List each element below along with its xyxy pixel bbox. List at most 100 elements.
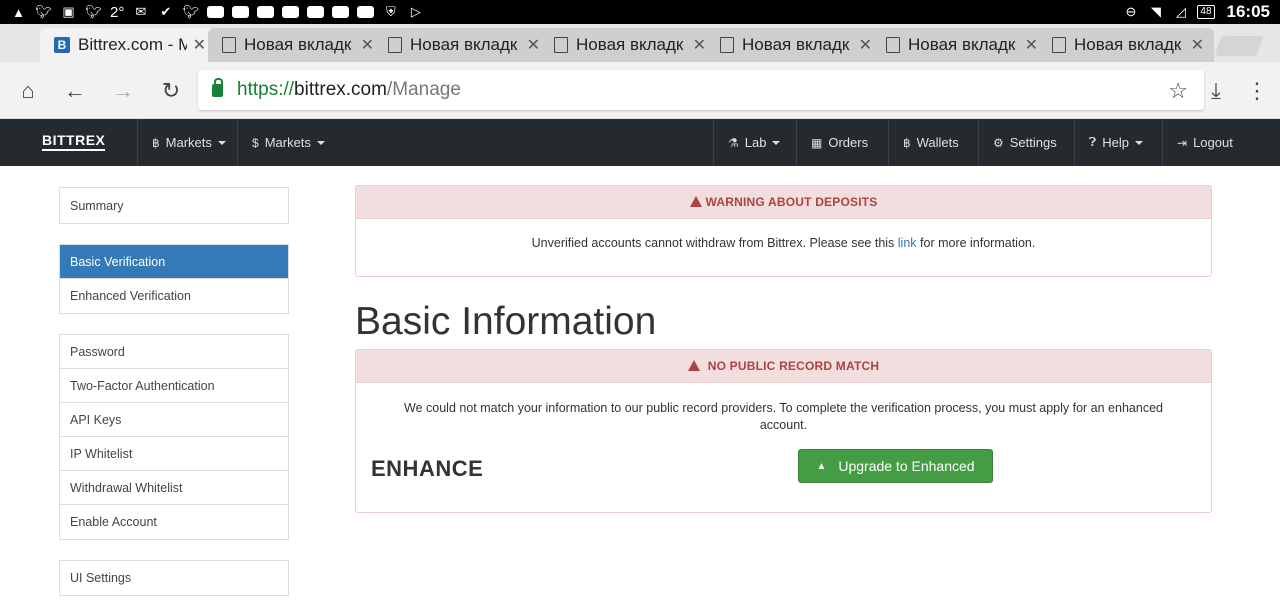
close-icon[interactable]: ✕ bbox=[193, 35, 206, 55]
nav-label: Help bbox=[1102, 135, 1129, 150]
page-icon bbox=[1052, 37, 1066, 53]
youtube-icon bbox=[332, 6, 350, 18]
deposit-warning-panel: WARNING ABOUT DEPOSITS Unverified accoun… bbox=[355, 185, 1212, 277]
download-icon[interactable]: ⤓ bbox=[1203, 78, 1229, 104]
nav-label: Lab bbox=[744, 135, 767, 150]
sidebar-group-verification: Basic Verification Enhanced Verification bbox=[59, 244, 289, 314]
sidebar-item-enhanced-verification[interactable]: Enhanced Verification bbox=[60, 279, 288, 313]
close-icon[interactable]: ✕ bbox=[1191, 35, 1204, 55]
tab-title: Новая вкладк bbox=[576, 35, 684, 54]
upgrade-to-enhanced-button[interactable]: ▲ Upgrade to Enhanced bbox=[798, 449, 993, 483]
status-bar: ▲ 🐦︎ ▣ 🐦︎ 2° ✉ ✔ 🐦︎ ⛨ ▷ ⊖ ◥ ◿ 48 16:05 bbox=[0, 0, 1280, 24]
url-scheme: https:// bbox=[237, 79, 295, 100]
address-bar[interactable]: https:// bittrex.com /Manage ☆ bbox=[198, 70, 1204, 110]
browser-toolbar: ⌂ ← → ↻ https:// bittrex.com /Manage ☆ ⤓… bbox=[0, 62, 1280, 119]
mail-icon: ✉ bbox=[135, 4, 147, 19]
logout-icon: ⇥ bbox=[1177, 135, 1188, 150]
nav-wallets[interactable]: ฿ Wallets bbox=[888, 119, 973, 166]
url-host: bittrex.com bbox=[294, 79, 387, 100]
tab-new-4[interactable]: Новая вкладк ✕ bbox=[706, 28, 882, 62]
page-icon bbox=[388, 37, 402, 53]
warning-icon: ▲ bbox=[12, 4, 25, 20]
nav-logout[interactable]: ⇥ Logout bbox=[1162, 119, 1280, 166]
home-icon[interactable]: ⌂ bbox=[15, 78, 41, 104]
sidebar-item-password[interactable]: Password bbox=[60, 335, 288, 369]
temperature: 2° bbox=[110, 3, 125, 21]
reload-icon[interactable]: ↻ bbox=[158, 78, 184, 104]
sidebar-item-summary[interactable]: Summary bbox=[60, 188, 288, 223]
nav-lab[interactable]: ⚗ Lab bbox=[713, 119, 794, 166]
dollar-icon: $ bbox=[252, 135, 259, 150]
new-tab-button[interactable] bbox=[1214, 36, 1264, 56]
nav-btc-markets[interactable]: ฿ Markets bbox=[137, 119, 240, 166]
do-not-disturb-icon: ⊖ bbox=[1125, 4, 1137, 19]
tab-new-3[interactable]: Новая вкладк ✕ bbox=[540, 28, 716, 62]
bitcoin-icon: ฿ bbox=[903, 135, 911, 150]
enhance-row: ENHANCE ▲ Upgrade to Enhanced bbox=[356, 446, 1211, 516]
tab-title: Новая вкладк bbox=[410, 35, 518, 54]
tab-title: Новая вкладк bbox=[908, 35, 1016, 54]
deposit-warning-text: Unverified accounts cannot withdraw from… bbox=[531, 236, 898, 250]
youtube-icon bbox=[282, 6, 300, 18]
battery-icon: 48 bbox=[1197, 5, 1215, 19]
menu-icon[interactable]: ⋮ bbox=[1244, 78, 1270, 104]
sidebar-item-api-keys[interactable]: API Keys bbox=[60, 403, 288, 437]
sidebar-item-enable-account[interactable]: Enable Account bbox=[60, 505, 288, 539]
tab-new-6[interactable]: Новая вкладк ✕ bbox=[1038, 28, 1214, 62]
tab-new-1[interactable]: Новая вкладк ✕ bbox=[208, 28, 384, 62]
record-match-message: We could not match your information to o… bbox=[404, 401, 1163, 432]
caret-down-icon bbox=[316, 140, 325, 145]
shield-icon: ⛨ bbox=[385, 4, 396, 19]
record-match-panel: NO PUBLIC RECORD MATCH We could not matc… bbox=[355, 349, 1212, 513]
site-navbar: BITTREX ฿ Markets $ Markets ⚗ Lab ▦ Orde… bbox=[0, 119, 1280, 166]
flask-icon: ⚗ bbox=[728, 135, 739, 150]
tab-bittrex[interactable]: B Bittrex.com - M ✕ bbox=[40, 28, 216, 62]
sidebar-group-summary: Summary bbox=[59, 187, 289, 224]
youtube-icon bbox=[232, 6, 250, 18]
warning-icon bbox=[689, 195, 702, 207]
sidebar-item-ui-settings[interactable]: UI Settings bbox=[60, 561, 288, 595]
nav-label: Settings bbox=[1009, 135, 1057, 150]
upgrade-button-label: Upgrade to Enhanced bbox=[838, 458, 975, 474]
nav-label: Markets bbox=[264, 135, 311, 150]
sidebar-item-withdrawal-whitelist[interactable]: Withdrawal Whitelist bbox=[60, 471, 288, 505]
youtube-icon bbox=[257, 6, 275, 18]
nav-usd-markets[interactable]: $ Markets bbox=[237, 119, 339, 166]
account-sidebar: Summary Basic Verification Enhanced Veri… bbox=[59, 187, 289, 616]
nav-label: Markets bbox=[165, 135, 212, 150]
record-match-title: NO PUBLIC RECORD MATCH bbox=[707, 359, 880, 373]
tab-new-5[interactable]: Новая вкладк ✕ bbox=[872, 28, 1048, 62]
close-icon[interactable]: ✕ bbox=[361, 35, 374, 55]
twitter-icon: 🐦︎ bbox=[182, 4, 200, 19]
caret-down-icon bbox=[1134, 140, 1143, 145]
nav-label: Orders bbox=[828, 135, 869, 150]
sidebar-item-basic-verification[interactable]: Basic Verification bbox=[60, 245, 288, 279]
no-signal-icon: ◿ bbox=[1175, 4, 1186, 19]
tab-strip: B Bittrex.com - M ✕ Новая вкладк ✕ Новая… bbox=[0, 24, 1280, 62]
nav-settings[interactable]: ⚙ Settings bbox=[978, 119, 1071, 166]
sidebar-item-two-factor[interactable]: Two-Factor Authentication bbox=[60, 369, 288, 403]
play-store-icon: ▷ bbox=[410, 4, 421, 19]
close-icon[interactable]: ✕ bbox=[1025, 35, 1038, 55]
sidebar-group-ui: UI Settings bbox=[59, 560, 289, 596]
sidebar-item-ip-whitelist[interactable]: IP Whitelist bbox=[60, 437, 288, 471]
forward-icon[interactable]: → bbox=[110, 78, 136, 104]
nav-orders[interactable]: ▦ Orders bbox=[796, 119, 882, 166]
twitter-icon: 🐦︎ bbox=[35, 4, 52, 19]
tab-new-2[interactable]: Новая вкладк ✕ bbox=[374, 28, 550, 62]
tab-title: Новая вкладк bbox=[742, 35, 850, 54]
brand-logo[interactable]: BITTREX bbox=[42, 132, 106, 151]
back-icon[interactable]: ← bbox=[62, 78, 88, 104]
deposit-warning-heading: WARNING ABOUT DEPOSITS bbox=[356, 186, 1211, 219]
warning-icon bbox=[687, 359, 700, 371]
page-title: Basic Information bbox=[355, 300, 657, 343]
close-icon[interactable]: ✕ bbox=[693, 35, 706, 55]
youtube-icon bbox=[357, 6, 375, 18]
star-icon[interactable]: ☆ bbox=[1168, 78, 1188, 104]
tab-title: Новая вкладк bbox=[1074, 35, 1182, 54]
more-info-link[interactable]: link bbox=[898, 236, 917, 250]
page-icon bbox=[886, 37, 900, 53]
nav-help[interactable]: ❓︎ Help bbox=[1074, 119, 1157, 166]
close-icon[interactable]: ✕ bbox=[527, 35, 540, 55]
close-icon[interactable]: ✕ bbox=[859, 35, 872, 55]
